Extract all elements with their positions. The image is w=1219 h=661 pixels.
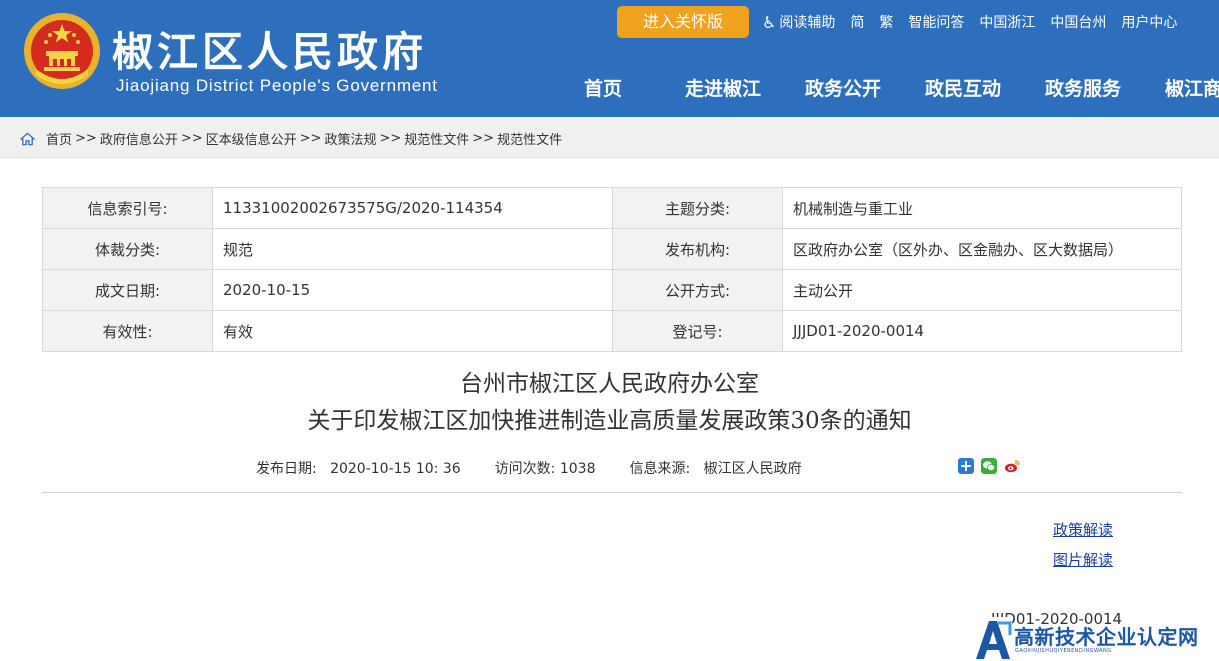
document-title: 台州市椒江区人民政府办公室 关于印发椒江区加快推进制造业高质量发展政策30条的通…	[0, 366, 1219, 440]
index-number-value: 11331002002673575G/2020-114354	[212, 187, 613, 229]
care-mode-button[interactable]: 进入关怀版	[617, 6, 749, 38]
registration-number-value: JJJD01-2020-0014	[782, 310, 1182, 352]
breadcrumb: 首页 >> 政府信息公开 >> 区本级信息公开 >> 政策法规 >> 规范性文件…	[20, 129, 562, 148]
disclosure-method-value: 主动公开	[782, 269, 1182, 311]
nav-government-affairs-open[interactable]: 政务公开	[783, 74, 903, 101]
topic-category-label: 主题分类:	[612, 187, 783, 229]
accessibility-icon: ♿	[762, 12, 777, 32]
breadcrumb-home[interactable]: 首页	[46, 129, 72, 148]
watermark: 高新技术企业认定网 GAOXINJISHUQIYERENDINGWANG	[972, 617, 1219, 661]
watermark-subtext: GAOXINJISHUQIYERENDINGWANG	[1015, 648, 1112, 654]
info-source-label: 信息来源:	[629, 461, 691, 477]
table-row: 体裁分类: 规范 发布机构: 区政府办公室（区外办、区金融办、区大数据局）	[42, 228, 1182, 270]
topic-category-value: 机械制造与重工业	[782, 187, 1182, 229]
written-date-value: 2020-10-15	[212, 269, 613, 311]
breadcrumb-normative-documents[interactable]: 规范性文件	[404, 129, 469, 148]
watermark-logo-icon	[972, 617, 1012, 661]
registration-number-label: 登记号:	[612, 310, 783, 352]
divider	[42, 492, 1182, 493]
table-row: 有效性: 有效 登记号: JJJD01-2020-0014	[42, 310, 1182, 352]
breadcrumb-separator: >>	[75, 131, 97, 146]
policy-interpretation-link[interactable]: 政策解读	[1053, 519, 1113, 540]
publisher-label: 发布机构:	[612, 228, 783, 270]
reading-assist-label: 阅读辅助	[779, 15, 836, 31]
share-plus-icon[interactable]	[958, 458, 974, 474]
breadcrumb-district-info-open[interactable]: 区本级信息公开	[206, 129, 297, 148]
breadcrumb-separator: >>	[379, 131, 402, 146]
validity-label: 有效性:	[42, 310, 213, 352]
publish-date-value: 2020-10-15 10: 36	[330, 461, 461, 477]
site-header: 椒江区人民政府 Jiaojiang District People's Gove…	[0, 0, 1219, 117]
genre-category-label: 体裁分类:	[42, 228, 213, 270]
nav-citizen-interaction[interactable]: 政民互动	[903, 74, 1023, 101]
nav-government-services[interactable]: 政务服务	[1023, 74, 1143, 101]
disclosure-method-label: 公开方式:	[612, 269, 783, 311]
traditional-chinese-link[interactable]: 繁	[879, 12, 893, 32]
breadcrumb-separator: >>	[180, 131, 203, 146]
china-zhejiang-link[interactable]: 中国浙江	[979, 12, 1035, 32]
weibo-icon[interactable]	[1004, 458, 1020, 474]
publisher-value: 区政府办公室（区外办、区金融办、区大数据局）	[782, 228, 1182, 270]
breadcrumb-bar: 首页 >> 政府信息公开 >> 区本级信息公开 >> 政策法规 >> 规范性文件…	[0, 117, 1219, 158]
reading-assist-link[interactable]: ♿ 阅读辅助	[762, 12, 835, 32]
nav-jiaojiang-commerce[interactable]: 椒江商务	[1143, 74, 1219, 101]
nav-about-jiaojiang[interactable]: 走进椒江	[663, 74, 783, 101]
visit-count-value: 1038	[559, 461, 596, 477]
breadcrumb-separator: >>	[472, 131, 495, 146]
site-title-english: Jiaojiang District People's Government	[116, 76, 438, 95]
site-title: 椒江区人民政府	[112, 28, 427, 76]
index-number-label: 信息索引号:	[42, 187, 213, 229]
breadcrumb-gov-info-open[interactable]: 政府信息公开	[100, 129, 178, 148]
breadcrumb-separator: >>	[299, 131, 322, 146]
document-title-line2: 关于印发椒江区加快推进制造业高质量发展政策30条的通知	[307, 408, 912, 434]
breadcrumb-policies-regulations[interactable]: 政策法规	[324, 129, 376, 148]
visit-count: 访问次数: 1038	[495, 458, 596, 478]
china-taizhou-link[interactable]: 中国台州	[1050, 12, 1106, 32]
validity-value: 有效	[212, 310, 613, 352]
publish-date: 发布日期: 2020-10-15 10: 36	[256, 458, 461, 478]
document-title-line1: 台州市椒江区人民政府办公室	[460, 371, 759, 397]
user-center-link[interactable]: 用户中心	[1121, 12, 1177, 32]
breadcrumb-normative-documents-current[interactable]: 规范性文件	[497, 129, 562, 148]
info-source-value: 椒江区人民政府	[703, 461, 802, 477]
visit-count-label: 访问次数:	[494, 461, 556, 477]
top-links: ♿ 阅读辅助 简 繁 智能问答 中国浙江 中国台州 用户中心	[762, 11, 1177, 33]
image-interpretation-link[interactable]: 图片解读	[1053, 549, 1113, 570]
info-source: 信息来源: 椒江区人民政府	[630, 458, 802, 478]
table-row: 成文日期: 2020-10-15 公开方式: 主动公开	[42, 269, 1182, 311]
share-bar	[958, 458, 1027, 474]
watermark-text: 高新技术企业认定网	[1014, 625, 1199, 649]
national-emblem-icon	[24, 13, 100, 89]
wechat-icon[interactable]	[981, 458, 997, 474]
table-row: 信息索引号: 11331002002673575G/2020-114354 主题…	[42, 187, 1182, 229]
document-meta: 发布日期: 2020-10-15 10: 36 访问次数: 1038 信息来源:…	[256, 458, 802, 478]
main-nav: 首页 走进椒江 政务公开 政民互动 政务服务 椒江商务	[543, 74, 1219, 101]
smart-qa-link[interactable]: 智能问答	[908, 12, 964, 32]
simplified-chinese-link[interactable]: 简	[850, 12, 864, 32]
document-info-table: 信息索引号: 11331002002673575G/2020-114354 主题…	[42, 187, 1182, 352]
nav-home[interactable]: 首页	[543, 74, 663, 101]
genre-category-value: 规范	[212, 228, 613, 270]
written-date-label: 成文日期:	[42, 269, 213, 311]
publish-date-label: 发布日期:	[256, 461, 317, 477]
home-icon	[20, 132, 35, 145]
